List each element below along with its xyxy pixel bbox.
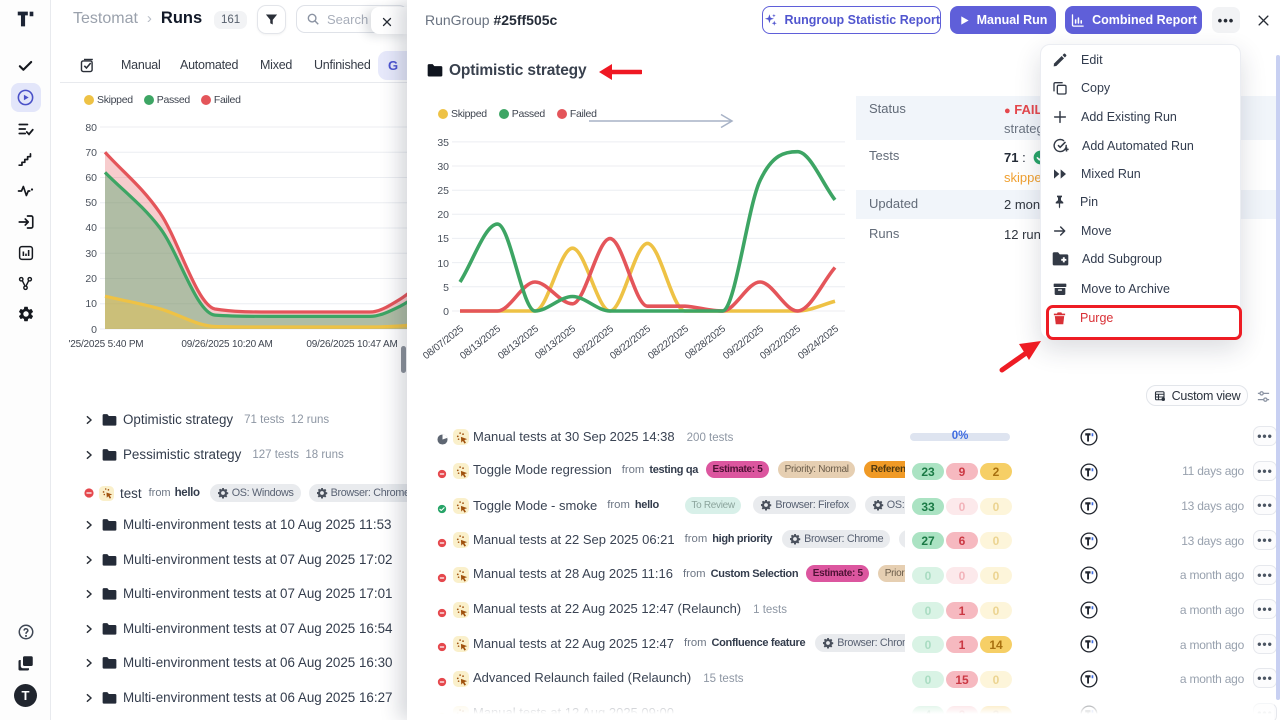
svg-text:08/13/2025: 08/13/2025 <box>533 323 578 362</box>
svg-text:35: 35 <box>437 137 449 149</box>
svg-text:09/22/2025: 09/22/2025 <box>758 323 803 362</box>
svg-text:09/24/2025: 09/24/2025 <box>796 323 841 362</box>
svg-text:15: 15 <box>437 233 449 245</box>
svg-text:10: 10 <box>437 258 449 270</box>
svg-text:60: 60 <box>85 172 97 184</box>
svg-text:08/22/2025: 08/22/2025 <box>608 323 653 362</box>
svg-text:08/28/2025: 08/28/2025 <box>683 323 728 362</box>
svg-text:0: 0 <box>443 306 449 318</box>
svg-text:40: 40 <box>85 222 97 234</box>
svg-text:09/26/2025 10:20 AM: 09/26/2025 10:20 AM <box>181 339 272 350</box>
svg-text:20: 20 <box>437 209 449 221</box>
svg-text:70: 70 <box>85 147 97 159</box>
svg-text:20: 20 <box>85 273 97 285</box>
svg-text:10: 10 <box>85 298 97 310</box>
svg-text:30: 30 <box>85 248 97 260</box>
svg-text:80: 80 <box>85 122 97 134</box>
svg-text:5: 5 <box>443 282 449 294</box>
svg-text:50: 50 <box>85 197 97 209</box>
svg-text:0: 0 <box>91 324 97 336</box>
svg-text:09/26/2025 10:47 AM: 09/26/2025 10:47 AM <box>306 339 397 350</box>
svg-text:'25/2025 5:40 PM: '25/2025 5:40 PM <box>69 339 144 350</box>
svg-text:30: 30 <box>437 161 449 173</box>
svg-text:25: 25 <box>437 185 449 197</box>
svg-text:08/13/2025: 08/13/2025 <box>458 323 503 362</box>
